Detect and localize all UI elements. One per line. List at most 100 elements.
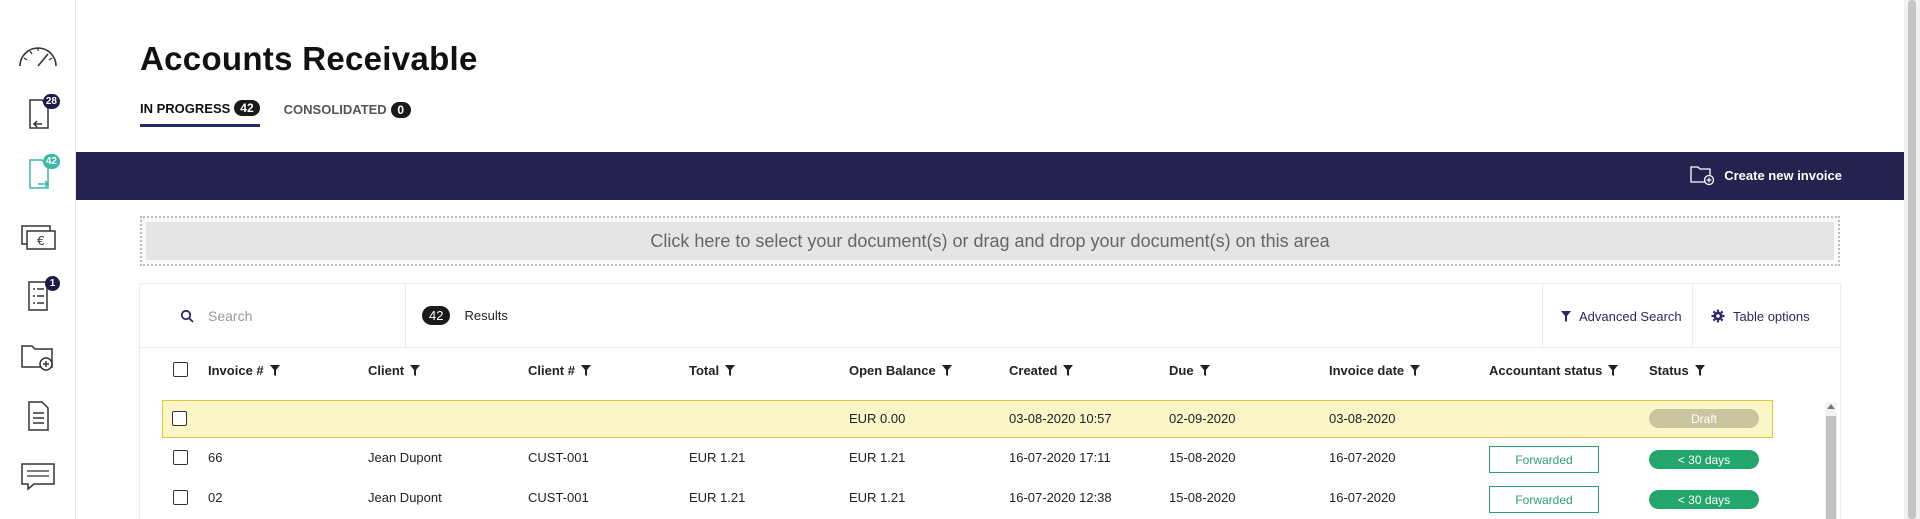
tab-bar: IN PROGRESS 42 CONSOLIDATED 0 <box>140 100 411 127</box>
folder-add-icon <box>21 345 53 371</box>
column-title: Created <box>1009 362 1058 378</box>
tab-in-progress[interactable]: IN PROGRESS 42 <box>140 100 260 127</box>
chat-icon <box>21 463 55 491</box>
cell-total: EUR 1.21 <box>689 490 746 505</box>
row-checkbox[interactable] <box>173 490 188 505</box>
svg-text:€: € <box>37 234 45 248</box>
cell-open-balance: EUR 1.21 <box>849 450 906 465</box>
cell-total: EUR 1.21 <box>689 450 746 465</box>
page-scrollbar[interactable] <box>1904 0 1920 519</box>
column-header-open-balance[interactable]: Open Balance <box>849 363 952 378</box>
speedometer-icon <box>19 47 57 67</box>
cell-invoice: 66 <box>208 450 223 465</box>
sidebar-item-checklist[interactable]: 1 <box>14 274 62 318</box>
column-header-accountant-status[interactable]: Accountant status <box>1489 362 1619 378</box>
page-title: Accounts Receivable <box>140 40 478 77</box>
sidebar: 28 42 € 1 <box>0 0 76 519</box>
gear-icon <box>1711 309 1725 323</box>
column-title: Total <box>689 362 720 378</box>
invoice-table-card: 42 Results Advanced Search Table options… <box>140 284 1840 519</box>
cell-client: Jean Dupont <box>368 490 442 505</box>
table-header: Invoice # Client Client # Total Open Bal… <box>140 348 1840 392</box>
sidebar-item-messages[interactable] <box>14 454 62 498</box>
advanced-search-button[interactable]: Advanced Search <box>1542 284 1692 348</box>
checklist-count-badge: 1 <box>45 276 60 291</box>
advanced-search-label: Advanced Search <box>1579 308 1682 324</box>
table-row[interactable]: 02 Jean Dupont CUST-001 EUR 1.21 EUR 1.2… <box>140 478 1840 516</box>
create-invoice-label: Create new invoice <box>1724 167 1842 183</box>
main-content: Accounts Receivable IN PROGRESS 42 CONSO… <box>76 0 1904 519</box>
sidebar-item-folder-add[interactable] <box>14 334 62 378</box>
scroll-up-arrow-icon[interactable] <box>1827 404 1835 409</box>
accountant-status-button[interactable]: Forwarded <box>1489 486 1599 513</box>
filter-icon <box>1608 364 1619 376</box>
filter-icon <box>1199 364 1210 376</box>
table-options-label: Table options <box>1733 308 1810 324</box>
column-title: Invoice date <box>1329 362 1405 378</box>
column-header-invoice[interactable]: Invoice # <box>208 363 280 378</box>
filter-icon <box>580 364 591 376</box>
page-scroll-thumb[interactable] <box>1908 0 1916 519</box>
cell-invoice-date: 16-07-2020 <box>1329 450 1396 465</box>
table-toolbar: 42 Results Advanced Search Table options <box>140 284 1840 348</box>
column-title: Due <box>1169 362 1194 378</box>
filter-icon <box>410 364 421 376</box>
results-count-badge: 42 <box>422 306 451 325</box>
cell-open-balance: EUR 1.21 <box>849 490 906 505</box>
column-title: Accountant status <box>1489 362 1603 378</box>
search-box <box>140 284 406 348</box>
sidebar-item-incoming-documents[interactable]: 28 <box>14 92 62 136</box>
column-header-invoice-date[interactable]: Invoice date <box>1329 362 1421 378</box>
results-label: Results <box>464 308 508 323</box>
table-row[interactable]: EUR 0.00 03-08-2020 10:57 02-09-2020 03-… <box>162 400 1773 438</box>
create-invoice-button[interactable]: Create new invoice <box>1690 164 1842 186</box>
status-badge: < 30 days <box>1649 490 1759 509</box>
document-lines-icon <box>28 401 49 431</box>
outgoing-count-badge: 42 <box>42 154 60 169</box>
results-summary: 42 Results <box>422 306 508 325</box>
cell-invoice-date: 16-07-2020 <box>1329 490 1396 505</box>
column-header-due[interactable]: Due <box>1169 363 1210 378</box>
filter-icon <box>1063 364 1074 376</box>
tab-count-badge: 42 <box>234 100 260 116</box>
search-input[interactable] <box>208 308 388 324</box>
cell-open-balance: EUR 0.00 <box>849 411 906 426</box>
select-all-checkbox[interactable] <box>173 362 188 377</box>
tab-label: CONSOLIDATED <box>283 102 387 117</box>
dropzone-text: Click here to select your document(s) or… <box>146 222 1834 260</box>
column-title: Invoice # <box>208 362 264 378</box>
row-checkbox[interactable] <box>173 450 188 465</box>
column-header-client[interactable]: Client <box>368 363 421 378</box>
status-badge: Draft <box>1649 409 1759 428</box>
tab-consolidated[interactable]: CONSOLIDATED 0 <box>284 100 411 127</box>
column-header-client-number[interactable]: Client # <box>528 363 591 378</box>
column-title: Status <box>1649 362 1689 378</box>
column-header-created[interactable]: Created <box>1009 362 1074 378</box>
column-header-total[interactable]: Total <box>689 362 736 378</box>
cell-client-number: CUST-001 <box>528 490 589 505</box>
sidebar-item-outgoing-documents[interactable]: 42 <box>14 152 62 196</box>
table-scrollbar[interactable] <box>1825 402 1837 519</box>
cell-client: Jean Dupont <box>368 450 442 465</box>
sidebar-item-payments[interactable]: € <box>14 214 62 258</box>
accountant-status-button[interactable]: Forwarded <box>1489 446 1599 473</box>
cell-due: 02-09-2020 <box>1169 411 1236 426</box>
file-dropzone[interactable]: Click here to select your document(s) or… <box>140 216 1840 266</box>
cell-created: 16-07-2020 12:38 <box>1009 490 1112 505</box>
cell-due: 15-08-2020 <box>1169 450 1236 465</box>
cell-invoice-date: 03-08-2020 <box>1329 411 1396 426</box>
table-options-button[interactable]: Table options <box>1692 284 1840 348</box>
cell-client-number: CUST-001 <box>528 450 589 465</box>
sidebar-item-dashboard[interactable] <box>14 34 62 78</box>
column-header-status[interactable]: Status <box>1649 363 1705 378</box>
incoming-count-badge: 28 <box>42 94 60 109</box>
euro-cash-icon: € <box>21 225 56 250</box>
filter-icon <box>1561 310 1571 322</box>
table-scroll-thumb[interactable] <box>1826 416 1836 519</box>
row-checkbox[interactable] <box>172 411 187 426</box>
search-icon <box>180 309 194 323</box>
sidebar-item-documents[interactable] <box>14 394 62 438</box>
table-row[interactable]: 66 Jean Dupont CUST-001 EUR 1.21 EUR 1.2… <box>140 438 1840 476</box>
filter-icon <box>1410 364 1421 376</box>
filter-icon <box>941 364 952 376</box>
